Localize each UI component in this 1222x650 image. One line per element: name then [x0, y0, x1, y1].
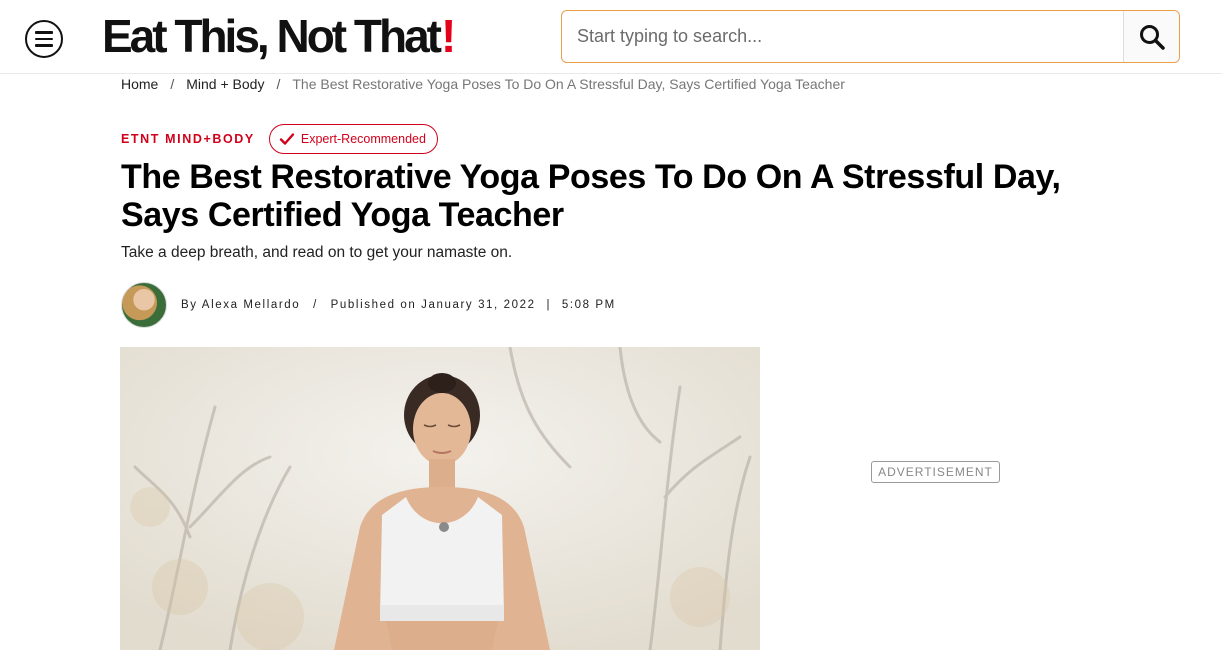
site-logo[interactable]: Eat This, Not That! [102, 8, 456, 64]
author-avatar[interactable] [121, 282, 167, 328]
published-time: 5:08 PM [561, 299, 616, 311]
hero-illustration [120, 347, 760, 650]
menu-bar-bottom [35, 44, 53, 47]
published-label: Published on [330, 299, 417, 311]
menu-bar-top [35, 31, 53, 34]
breadcrumb-home-link[interactable]: Home [121, 76, 158, 92]
hero-image [120, 347, 760, 650]
checkmark-icon [279, 133, 295, 145]
byline-separator: / [313, 299, 318, 311]
breadcrumb: Home / Mind + Body / The Best Restorativ… [121, 76, 845, 92]
search-bar [561, 10, 1180, 63]
article-title: The Best Restorative Yoga Poses To Do On… [121, 158, 1061, 234]
hamburger-menu-icon[interactable] [25, 20, 63, 58]
badge-label: Expert-Recommended [300, 132, 426, 146]
byline: By Alexa Mellardo / Published on January… [121, 282, 616, 328]
breadcrumb-separator: / [276, 76, 281, 92]
author-link[interactable]: Alexa Mellardo [202, 299, 300, 311]
category-link[interactable]: ETNT MIND+BODY [121, 132, 255, 146]
advertisement-label: ADVERTISEMENT [871, 461, 1000, 483]
breadcrumb-current: The Best Restorative Yoga Poses To Do On… [292, 76, 845, 92]
breadcrumb-separator: / [170, 76, 175, 92]
logo-text: Eat This, Not That [102, 10, 442, 62]
site-header: Eat This, Not That! [0, 0, 1222, 74]
expert-recommended-badge[interactable]: Expert-Recommended [268, 124, 438, 154]
search-icon [1139, 24, 1165, 50]
breadcrumb-mind-body-link[interactable]: Mind + Body [186, 76, 264, 92]
byline-meta: By Alexa Mellardo / Published on January… [181, 299, 616, 311]
article-tags: ETNT MIND+BODY Expert-Recommended [121, 124, 438, 154]
search-input[interactable] [562, 11, 1123, 62]
article-subtitle: Take a deep breath, and read on to get y… [121, 244, 513, 261]
byline-pipe: | [546, 299, 552, 311]
search-button[interactable] [1123, 11, 1179, 62]
menu-bar-middle [35, 37, 53, 41]
logo-exclamation: ! [441, 10, 456, 62]
byline-by: By [181, 299, 198, 311]
published-date: January 31, 2022 [421, 299, 536, 311]
